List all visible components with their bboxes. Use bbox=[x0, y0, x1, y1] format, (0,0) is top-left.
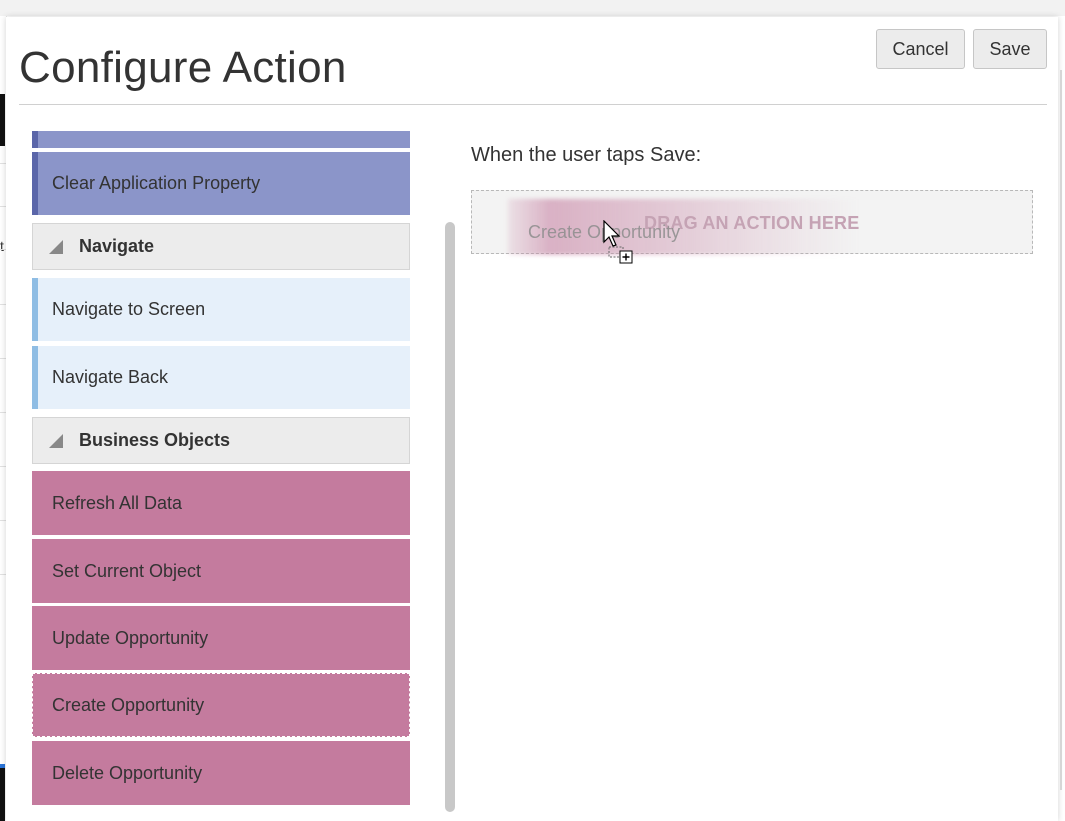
palette-item-label: Clear Application Property bbox=[52, 173, 261, 193]
dialog-title: Configure Action bbox=[19, 43, 347, 92]
palette-item-navigate-to-screen[interactable]: Navigate to Screen bbox=[32, 278, 410, 341]
palette-item-delete-opportunity[interactable]: Delete Opportunity bbox=[32, 741, 410, 805]
save-button[interactable]: Save bbox=[973, 29, 1047, 69]
action-palette: Clear Application Property Navigate Navi… bbox=[32, 131, 410, 821]
group-label: Business Objects bbox=[79, 430, 231, 450]
palette-item-navigate-back[interactable]: Navigate Back bbox=[32, 346, 410, 409]
group-label: Navigate bbox=[79, 236, 155, 256]
palette-item-refresh-all-data[interactable]: Refresh All Data bbox=[32, 471, 410, 535]
palette-item-clear-application-property[interactable]: Clear Application Property bbox=[32, 152, 410, 215]
palette-item-label: Navigate to Screen bbox=[52, 299, 206, 319]
top-bar bbox=[0, 0, 1065, 16]
configure-action-dialog: Configure Action Cancel Save Clear Appli… bbox=[6, 17, 1058, 821]
background-partial-text: t bbox=[0, 238, 4, 254]
palette-scrollbar[interactable] bbox=[445, 222, 455, 812]
action-trigger-prompt: When the user taps Save: bbox=[471, 144, 702, 166]
drag-copy-cursor-icon bbox=[603, 220, 633, 264]
group-header-business-objects[interactable]: Business Objects bbox=[32, 417, 410, 464]
background-block bbox=[0, 94, 5, 146]
palette-item-label: Navigate Back bbox=[52, 367, 169, 387]
collapse-triangle-icon[interactable] bbox=[49, 239, 63, 254]
cancel-button[interactable]: Cancel bbox=[876, 29, 965, 69]
dialog-scroll-edge bbox=[1060, 70, 1062, 790]
group-header-navigate[interactable]: Navigate bbox=[32, 223, 410, 270]
palette-item-create-opportunity[interactable]: Create Opportunity bbox=[32, 673, 410, 737]
palette-item-partial[interactable] bbox=[32, 131, 410, 148]
title-divider bbox=[19, 104, 1047, 105]
action-drop-zone[interactable]: DRAG AN ACTION HERE Create Opportunity bbox=[471, 190, 1033, 255]
collapse-triangle-icon[interactable] bbox=[49, 433, 63, 448]
palette-item-label: Refresh All Data bbox=[52, 492, 183, 513]
background-block bbox=[0, 768, 5, 821]
palette-item-label: Delete Opportunity bbox=[52, 762, 203, 783]
palette-item-set-current-object[interactable]: Set Current Object bbox=[32, 539, 410, 603]
palette-item-label: Update Opportunity bbox=[52, 627, 209, 648]
palette-item-label: Set Current Object bbox=[52, 560, 202, 581]
palette-item-label: Create Opportunity bbox=[52, 694, 205, 715]
palette-item-update-opportunity[interactable]: Update Opportunity bbox=[32, 606, 410, 670]
